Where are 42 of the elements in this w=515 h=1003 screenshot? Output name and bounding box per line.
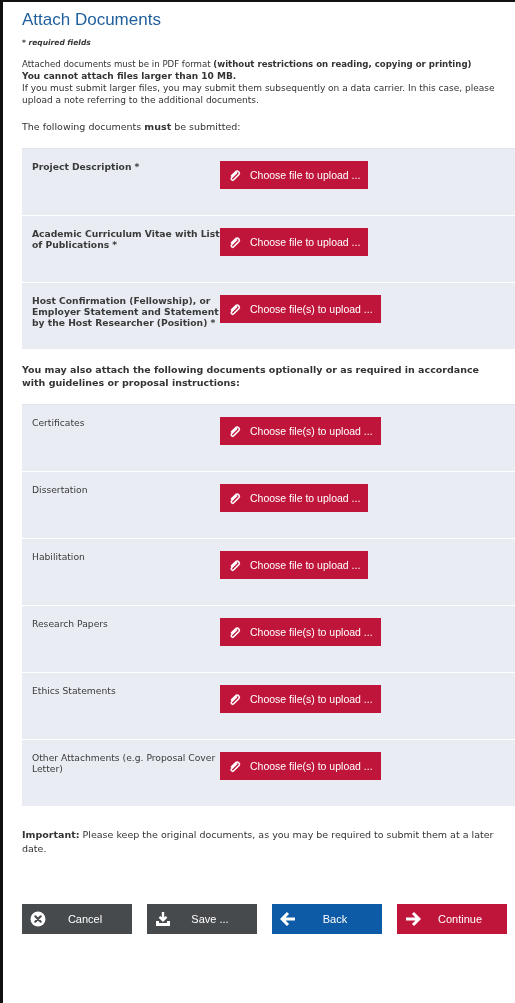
paperclip-icon bbox=[228, 625, 242, 639]
upload-button[interactable]: Choose file to upload ... bbox=[220, 161, 369, 189]
intro-text: You cannot attach files larger than 10 MB. bbox=[22, 70, 238, 82]
upload-button[interactable]: Choose file(s) to upload ... bbox=[220, 295, 381, 323]
document-label: Research Papers bbox=[32, 618, 109, 629]
upload-button[interactable]: Choose file(s) to upload ... bbox=[220, 752, 381, 780]
upload-button[interactable]: Choose file(s) to upload ... bbox=[220, 417, 381, 445]
save-button[interactable]: Save ... bbox=[147, 904, 257, 934]
document-label: Dissertation bbox=[32, 484, 89, 495]
paperclip-icon bbox=[228, 168, 242, 182]
document-label: Academic Curriculum Vitae with List of Publications * bbox=[32, 228, 220, 250]
paperclip-icon bbox=[228, 302, 242, 316]
paperclip-icon bbox=[228, 491, 242, 505]
upload-button[interactable]: Choose file to upload ... bbox=[220, 228, 369, 256]
document-label: Other Attachments (e.g. Proposal Cover Letter) bbox=[32, 752, 217, 774]
page-title: Attach Documents bbox=[22, 10, 162, 30]
paperclip-icon bbox=[228, 759, 242, 773]
paperclip-icon bbox=[228, 235, 242, 249]
arrow-right-icon bbox=[405, 911, 421, 927]
document-label: Host Confirmation (Fellowship), or Employer Statement and Statement by the Host Researcher (Position) * bbox=[32, 295, 220, 328]
close-icon bbox=[30, 911, 46, 927]
arrow-left-icon bbox=[280, 911, 296, 927]
upload-button[interactable]: Choose file(s) to upload ... bbox=[220, 618, 381, 646]
paperclip-icon bbox=[228, 558, 242, 572]
document-label: Certificates bbox=[32, 417, 86, 428]
section-heading: The following documents must be submitted: bbox=[22, 120, 242, 133]
upload-button[interactable]: Choose file to upload ... bbox=[220, 551, 369, 579]
continue-button[interactable]: Continue bbox=[397, 904, 507, 934]
cancel-button[interactable]: Cancel bbox=[22, 904, 132, 934]
document-label: Habilitation bbox=[32, 551, 86, 562]
intro-text: Attached documents must be in PDF format (without restrictions on reading, copying or printing) bbox=[22, 58, 473, 70]
paperclip-icon bbox=[228, 424, 242, 438]
back-button[interactable]: Back bbox=[272, 904, 382, 934]
document-label: Project Description * bbox=[32, 161, 141, 172]
upload-button[interactable]: Choose file to upload ... bbox=[220, 484, 369, 512]
download-icon bbox=[155, 911, 171, 927]
intro-text: If you must submit larger files, you may submit them subsequently on a data carrier. In this case, please upload a note referring to the additional documents. bbox=[22, 82, 496, 106]
important-note: Important: Please keep the original documents, as you may be required to submit them at a later date. bbox=[22, 828, 495, 856]
document-label: Ethics Statements bbox=[32, 685, 117, 696]
section-heading: You may also attach the following documents optionally or as required in accordance with guidelines or proposal instructions: bbox=[22, 363, 481, 389]
paperclip-icon bbox=[228, 692, 242, 706]
upload-button[interactable]: Choose file(s) to upload ... bbox=[220, 685, 381, 713]
